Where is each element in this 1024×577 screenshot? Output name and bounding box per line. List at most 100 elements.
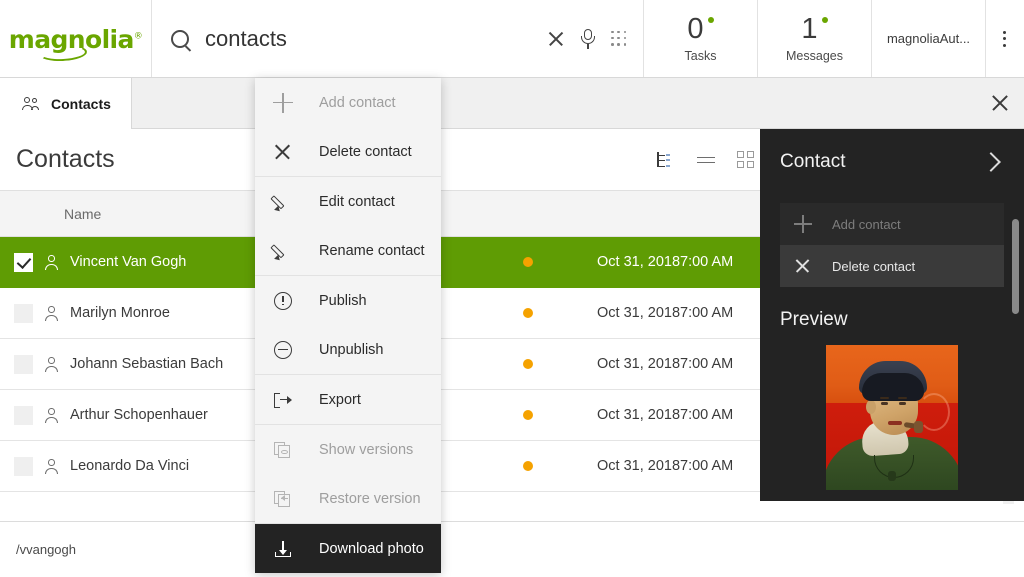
tree-view-icon[interactable] (653, 149, 675, 171)
view-toggle-group (653, 149, 754, 171)
panel-actions: Add contact Delete contact (780, 203, 1004, 287)
menu-item-unpublish-label: Unpublish (319, 342, 384, 358)
status-badge (523, 461, 597, 471)
panel-add-contact-label: Add contact (832, 217, 901, 232)
menu-item-delete-contact[interactable]: Delete contact (255, 127, 441, 176)
list-view-icon[interactable] (695, 149, 717, 171)
publish-circle-icon (273, 291, 293, 311)
tab-contacts[interactable]: Contacts (0, 78, 132, 129)
close-x-icon (273, 142, 293, 162)
status-bar: /vvangogh (0, 521, 1024, 577)
row-checkbox[interactable] (14, 304, 33, 323)
vertical-dots-icon (1003, 31, 1006, 47)
logo-text: magnolia® (9, 27, 142, 52)
menu-item-rename-contact-label: Rename contact (319, 243, 425, 259)
menu-item-publish-label: Publish (319, 293, 367, 309)
status-badge (523, 410, 597, 420)
messages-label: Messages (786, 49, 843, 63)
tasks-label: Tasks (685, 49, 717, 63)
person-icon (44, 306, 59, 321)
context-menu-group: Export (255, 375, 441, 425)
menu-item-show-versions-label: Show versions (319, 442, 413, 458)
status-badge (523, 257, 597, 267)
menu-item-publish[interactable]: Publish (255, 276, 441, 325)
show-versions-icon (273, 440, 293, 460)
tab-bar: Contacts (0, 78, 1024, 129)
tasks-dot-icon (708, 17, 714, 23)
close-x-icon (794, 257, 812, 275)
person-icon (44, 408, 59, 423)
tasks-count: 0 (687, 15, 703, 44)
user-name: magnoliaAut... (887, 31, 970, 46)
page-title: Contacts (16, 145, 115, 174)
messages-badge[interactable]: 1 Messages (758, 0, 872, 77)
person-icon (44, 459, 59, 474)
chevron-right-icon[interactable] (981, 152, 1001, 172)
messages-dot-icon (822, 17, 828, 23)
search-input[interactable] (205, 26, 535, 52)
menu-item-add-contact-label: Add contact (319, 95, 396, 111)
menu-item-show-versions: Show versions (255, 425, 441, 474)
menu-item-unpublish[interactable]: Unpublish (255, 325, 441, 374)
microphone-icon[interactable] (580, 29, 596, 49)
menu-item-export-label: Export (319, 392, 361, 408)
menu-item-export[interactable]: Export (255, 375, 441, 424)
contact-photo-preview (826, 345, 958, 490)
panel-add-contact-action: Add contact (780, 203, 1004, 245)
menu-item-restore-version: Restore version (255, 474, 441, 523)
export-icon (273, 390, 293, 410)
row-checkbox[interactable] (14, 253, 33, 272)
pencil-icon (273, 192, 293, 212)
overflow-menu-button[interactable] (986, 0, 1023, 77)
row-checkbox[interactable] (14, 457, 33, 476)
people-icon (20, 97, 39, 111)
magnolia-admin-window: magnolia® 0 Tasks (0, 0, 1024, 577)
menu-item-restore-version-label: Restore version (319, 491, 421, 507)
user-menu[interactable]: magnoliaAut... (872, 0, 986, 77)
app-grid-icon[interactable] (611, 31, 627, 47)
menu-item-rename-contact[interactable]: Rename contact (255, 226, 441, 275)
download-icon (273, 539, 293, 559)
panel-delete-contact-action[interactable]: Delete contact (780, 245, 1004, 287)
person-icon (44, 357, 59, 372)
context-menu-group: Download photo (255, 524, 441, 573)
search-actions (547, 29, 627, 49)
search-icon (171, 30, 189, 48)
search-bar[interactable] (152, 0, 644, 77)
plus-icon (794, 215, 812, 233)
menu-item-edit-contact[interactable]: Edit contact (255, 177, 441, 226)
pencil-icon (273, 241, 293, 261)
status-badge (523, 359, 597, 369)
panel-title: Contact (780, 151, 845, 173)
selected-path: /vvangogh (16, 542, 76, 557)
row-checkbox[interactable] (14, 406, 33, 425)
panel-scrollbar-thumb[interactable] (1012, 219, 1019, 314)
tab-contacts-label: Contacts (51, 96, 111, 112)
menu-item-download-photo-label: Download photo (319, 541, 424, 557)
contact-name: Johann Sebastian Bach (70, 356, 223, 372)
top-bar: magnolia® 0 Tasks (0, 0, 1024, 78)
menu-item-download-photo[interactable]: Download photo (255, 524, 441, 573)
status-badge (523, 308, 597, 318)
tasks-badge[interactable]: 0 Tasks (644, 0, 758, 77)
context-menu-group: Show versions Restore version (255, 425, 441, 524)
plus-icon (273, 93, 293, 113)
row-checkbox[interactable] (14, 355, 33, 374)
grid-view-icon[interactable] (737, 151, 754, 168)
close-tab-icon[interactable] (990, 93, 1010, 113)
contact-name: Marilyn Monroe (70, 305, 170, 321)
context-menu-group: Edit contact Rename contact (255, 177, 441, 276)
menu-item-add-contact: Add contact (255, 78, 441, 127)
context-menu-group: Add contact Delete contact (255, 78, 441, 177)
panel-header: Contact (760, 129, 1024, 173)
contact-name: Leonardo Da Vinci (70, 458, 189, 474)
restore-version-icon (273, 489, 293, 509)
preview-heading: Preview (780, 309, 1024, 331)
contact-name: Arthur Schopenhauer (70, 407, 208, 423)
clear-search-icon[interactable] (547, 30, 565, 48)
app-logo[interactable]: magnolia® (0, 0, 152, 77)
messages-count: 1 (801, 15, 817, 44)
menu-item-edit-contact-label: Edit contact (319, 194, 395, 210)
panel-delete-contact-label: Delete contact (832, 259, 915, 274)
context-menu: Add contact Delete contact Edit contact … (255, 78, 441, 573)
